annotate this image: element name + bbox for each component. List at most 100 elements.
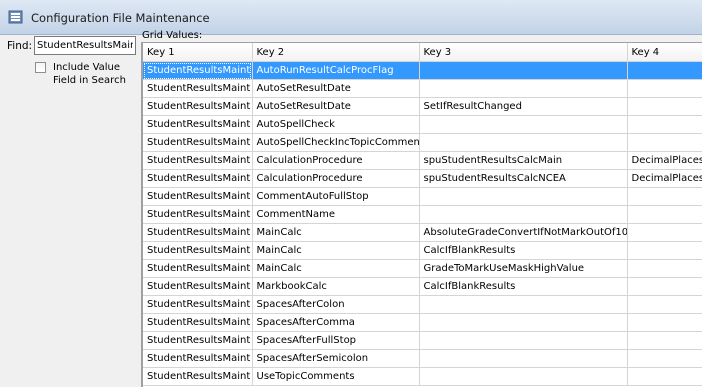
table-cell[interactable]: StudentResultsMaint — [143, 151, 253, 170]
table-cell[interactable]: CommentName — [252, 205, 420, 224]
table-cell[interactable] — [627, 259, 702, 278]
table-cell[interactable]: StudentResultsMaint — [143, 79, 253, 98]
table-cell[interactable] — [419, 115, 628, 134]
table-cell[interactable]: StudentResultsMaint — [143, 187, 253, 206]
table-cell[interactable]: StudentResultsMaint — [143, 295, 253, 314]
column-header-key-1[interactable]: Key 1 — [143, 43, 253, 62]
table-cell[interactable] — [419, 79, 628, 98]
table-cell[interactable] — [627, 223, 702, 242]
table-cell[interactable] — [419, 313, 628, 332]
table-cell[interactable]: MainCalc — [252, 241, 420, 260]
table-row[interactable]: StudentResultsMaint AutoSetResultDate — [143, 79, 702, 98]
table-cell[interactable]: spuStudentResultsCalcMain — [419, 151, 628, 170]
table-cell[interactable] — [419, 205, 628, 224]
table-cell[interactable]: CalcIfBlankResults — [419, 241, 628, 260]
table-cell[interactable] — [627, 187, 702, 206]
table-cell[interactable] — [627, 79, 702, 98]
table-cell[interactable]: AbsoluteGradeConvertIfNotMarkOutOf100 — [419, 223, 628, 242]
table-cell[interactable]: StudentResultsMaint — [143, 241, 253, 260]
table-row[interactable]: StudentResultsMaint AutoSpellCheckIncTopi… — [143, 133, 702, 152]
table-cell[interactable] — [627, 277, 702, 296]
table-cell[interactable]: DecimalPlaces — [627, 169, 702, 188]
table-row[interactable]: StudentResultsMaint MainCalc GradeToMarkUs… — [143, 259, 702, 278]
table-cell[interactable]: AutoSetResultDate — [252, 79, 420, 98]
table-cell[interactable] — [627, 205, 702, 224]
table-cell[interactable]: AutoSpellCheck — [252, 115, 420, 134]
table-row[interactable]: StudentResultsMaint AutoSetResultDate SetI… — [143, 97, 702, 116]
table-cell[interactable]: StudentResultsMaint — [143, 367, 253, 386]
table-cell[interactable] — [419, 295, 628, 314]
table-cell[interactable] — [627, 331, 702, 350]
table-cell[interactable] — [627, 115, 702, 134]
grid-header-row: Key 1 Key 2 Key 3 Key 4 — [143, 43, 702, 62]
table-cell[interactable]: AutoSetResultDate — [252, 97, 420, 116]
table-row[interactable]: StudentResultsMaint CalculationProcedure s… — [143, 151, 702, 170]
table-cell[interactable]: spuStudentResultsCalcNCEA — [419, 169, 628, 188]
table-cell[interactable]: CalculationProcedure — [252, 151, 420, 170]
table-cell[interactable]: StudentResultsMaint — [143, 277, 253, 296]
table-cell[interactable] — [627, 295, 702, 314]
table-cell[interactable] — [419, 187, 628, 206]
table-cell[interactable]: StudentResultsMaint — [143, 169, 253, 188]
table-cell[interactable]: AutoRunResultCalcProcFlag — [252, 61, 420, 80]
table-cell[interactable]: MainCalc — [252, 223, 420, 242]
table-row[interactable]: StudentResultsMaint SpacesAfterSemicolon — [143, 349, 702, 368]
table-cell[interactable]: GradeToMarkUseMaskHighValue — [419, 259, 628, 278]
table-cell[interactable]: StudentResultsMaint — [143, 133, 253, 152]
table-cell[interactable]: StudentResultsMaint — [143, 313, 253, 332]
table-cell[interactable]: StudentResultsMaint — [143, 331, 253, 350]
table-cell[interactable]: SpacesAfterFullStop — [252, 331, 420, 350]
table-cell[interactable] — [627, 133, 702, 152]
include-value-checkbox[interactable] — [35, 62, 46, 73]
table-row[interactable]: StudentResultsMaint MainCalc AbsoluteGrade… — [143, 223, 702, 242]
table-cell[interactable] — [627, 349, 702, 368]
table-cell[interactable]: AutoSpellCheckIncTopicComment — [252, 133, 420, 152]
table-row[interactable]: StudentResultsMaint SpacesAfterColon — [143, 295, 702, 314]
table-cell[interactable]: MarkbookCalc — [252, 277, 420, 296]
table-row[interactable]: StudentResultsMaint MarkbookCalc CalcIfBla… — [143, 277, 702, 296]
table-cell[interactable]: CalcIfBlankResults — [419, 277, 628, 296]
table-cell[interactable]: SpacesAfterSemicolon — [252, 349, 420, 368]
table-cell[interactable] — [419, 331, 628, 350]
find-input[interactable] — [34, 36, 136, 55]
table-cell[interactable] — [627, 61, 702, 80]
column-header-key-3[interactable]: Key 3 — [419, 43, 628, 62]
table-cell[interactable] — [419, 133, 628, 152]
table-cell[interactable]: StudentResultsMaint — [143, 115, 253, 134]
table-cell[interactable]: MainCalc — [252, 259, 420, 278]
table-row[interactable]: StudentResultsMaint CommentName — [143, 205, 702, 224]
table-cell[interactable]: StudentResultsMaint — [143, 223, 253, 242]
table-row[interactable]: StudentResultsMaint UseTopicComments — [143, 367, 702, 386]
column-header-key-4[interactable]: Key 4 — [627, 43, 702, 62]
window-title: Configuration File Maintenance — [31, 11, 210, 25]
column-header-key-2[interactable]: Key 2 — [252, 43, 420, 62]
table-cell[interactable]: DecimalPlaces — [627, 151, 702, 170]
table-cell[interactable]: StudentResultsMaint — [143, 97, 253, 116]
table-row[interactable]: StudentResultsMaint MainCalc CalcIfBlankRe… — [143, 241, 702, 260]
table-cell[interactable]: StudentResultsMaint — [143, 61, 253, 80]
find-label: Find: — [7, 40, 33, 52]
table-cell[interactable] — [627, 313, 702, 332]
table-cell[interactable] — [419, 61, 628, 80]
table-cell[interactable] — [419, 349, 628, 368]
table-row[interactable]: StudentResultsMaint CalculationProcedure s… — [143, 169, 702, 188]
table-cell[interactable]: SpacesAfterComma — [252, 313, 420, 332]
grid-values-table[interactable]: Key 1 Key 2 Key 3 Key 4 StudentResultsMaint… — [141, 42, 702, 387]
table-cell[interactable]: StudentResultsMaint — [143, 259, 253, 278]
table-row[interactable]: StudentResultsMaint SpacesAfterFullStop — [143, 331, 702, 350]
table-cell[interactable]: CalculationProcedure — [252, 169, 420, 188]
table-row[interactable]: StudentResultsMaint SpacesAfterComma — [143, 313, 702, 332]
table-row[interactable]: StudentResultsMaint AutoRunResultCalcProc… — [143, 61, 702, 80]
table-cell[interactable] — [627, 241, 702, 260]
table-cell[interactable]: UseTopicComments — [252, 367, 420, 386]
table-cell[interactable]: CommentAutoFullStop — [252, 187, 420, 206]
table-cell[interactable] — [627, 367, 702, 386]
table-cell[interactable] — [627, 97, 702, 116]
table-cell[interactable]: StudentResultsMaint — [143, 205, 253, 224]
table-cell[interactable]: SpacesAfterColon — [252, 295, 420, 314]
table-row[interactable]: StudentResultsMaint AutoSpellCheck — [143, 115, 702, 134]
table-cell[interactable] — [419, 367, 628, 386]
table-cell[interactable]: StudentResultsMaint — [143, 349, 253, 368]
table-cell[interactable]: SetIfResultChanged — [419, 97, 628, 116]
table-row[interactable]: StudentResultsMaint CommentAutoFullStop — [143, 187, 702, 206]
